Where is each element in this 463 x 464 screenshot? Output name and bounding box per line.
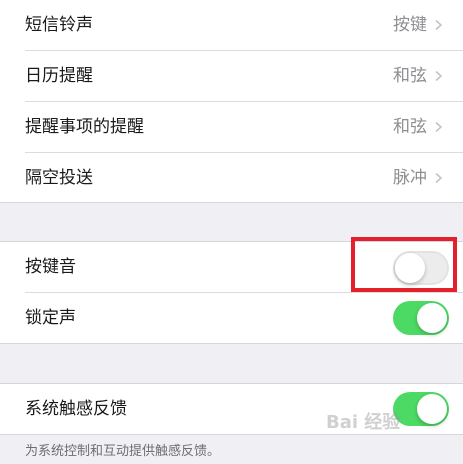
- row-label: 锁定声: [25, 308, 76, 328]
- sounds-group: 短信铃声 按键 日历提醒 和弦 提醒事项的提醒 和弦 隔空投送 脉冲: [0, 0, 463, 202]
- highlight-box: [351, 237, 457, 292]
- lock-sound-row: 锁定声: [0, 293, 463, 343]
- airdrop-row[interactable]: 隔空投送 脉冲: [0, 153, 463, 203]
- sms-ringtone-row[interactable]: 短信铃声 按键: [0, 0, 463, 50]
- chevron-right-icon: [435, 122, 443, 132]
- row-label: 日历提醒: [25, 66, 93, 86]
- row-value: 和弦: [393, 117, 427, 137]
- row-label: 系统触感反馈: [25, 399, 127, 419]
- chevron-right-icon: [435, 71, 443, 81]
- row-value: 和弦: [393, 66, 427, 86]
- row-value: 脉冲: [393, 168, 427, 188]
- haptics-footnote: 为系统控制和互动提供触感反馈。: [25, 444, 221, 459]
- watermark: Bai 经验: [326, 412, 401, 433]
- row-label: 提醒事项的提醒: [25, 117, 144, 137]
- row-label: 短信铃声: [25, 15, 93, 35]
- chevron-right-icon: [435, 20, 443, 30]
- lock-sound-toggle[interactable]: [393, 301, 449, 335]
- row-value: 按键: [393, 15, 427, 35]
- system-haptics-toggle[interactable]: [393, 392, 449, 426]
- row-label: 按键音: [25, 257, 76, 277]
- group-border: [0, 343, 463, 344]
- chevron-right-icon: [435, 173, 443, 183]
- calendar-alert-row[interactable]: 日历提醒 和弦: [0, 51, 463, 101]
- reminder-alert-row[interactable]: 提醒事项的提醒 和弦: [0, 102, 463, 152]
- group-border: [0, 202, 463, 203]
- group-border: [0, 434, 463, 435]
- row-label: 隔空投送: [25, 168, 93, 188]
- toggle-knob: [417, 303, 447, 333]
- toggle-knob: [417, 394, 447, 424]
